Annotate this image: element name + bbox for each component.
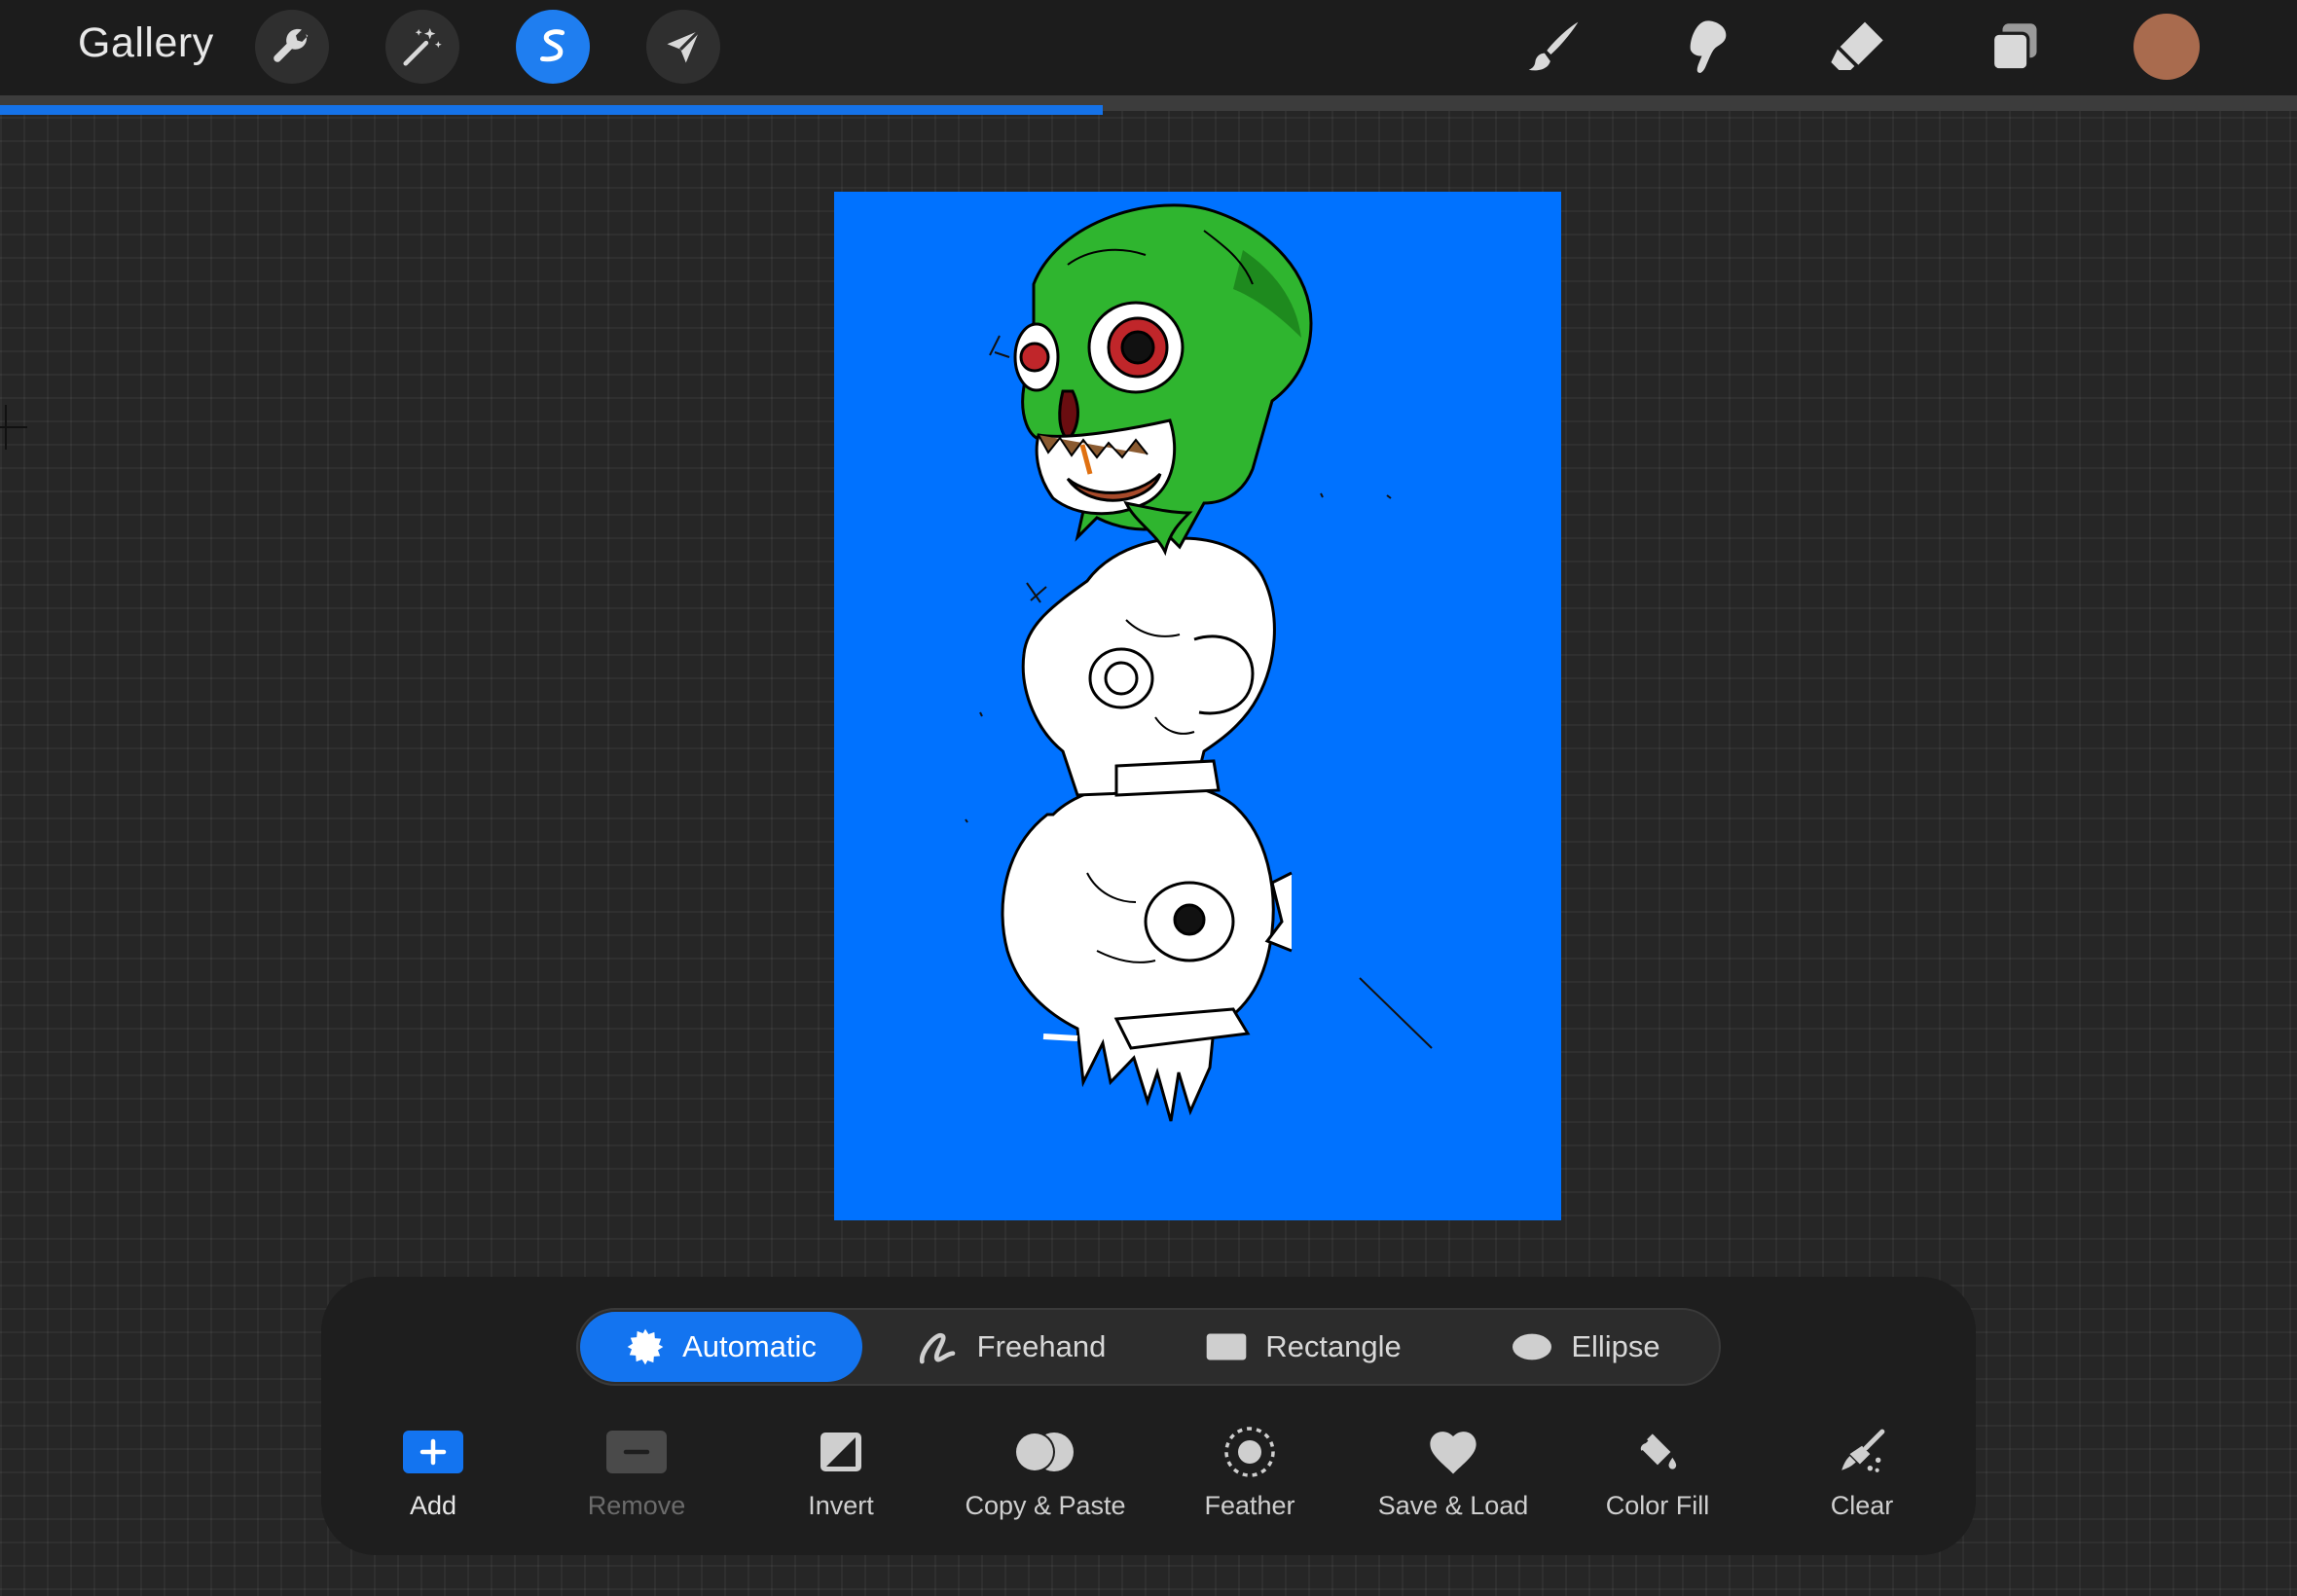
adjustments-wand-button[interactable] [385, 10, 459, 84]
selection-progress-bar [0, 105, 1103, 115]
save-load-label: Save & Load [1377, 1491, 1529, 1520]
rectangle-icon [1206, 1333, 1247, 1360]
add-plus-icon [403, 1431, 463, 1473]
mode-rectangle-label: Rectangle [1265, 1329, 1402, 1363]
mode-ellipse-label: Ellipse [1571, 1329, 1660, 1363]
mode-automatic-label: Automatic [682, 1329, 817, 1363]
brush-tool[interactable] [1518, 12, 1588, 82]
actions-wrench-button[interactable] [255, 10, 329, 84]
invert-button[interactable]: Invert [744, 1423, 938, 1521]
mode-ellipse[interactable]: Ellipse [1454, 1312, 1717, 1382]
mode-rectangle[interactable]: Rectangle [1162, 1312, 1444, 1382]
color-fill-icon [1640, 1433, 1677, 1469]
layers-button[interactable] [1980, 12, 2050, 82]
selection-panel: Automatic Freehand Rectangle Ellipse Add… [321, 1277, 1976, 1555]
crosshair-cursor-icon [0, 405, 27, 450]
copy-paste-label: Copy & Paste [965, 1491, 1126, 1520]
transform-button[interactable] [646, 10, 720, 84]
gallery-button[interactable]: Gallery [78, 19, 214, 67]
selection-button[interactable] [516, 10, 590, 84]
magic-wand-icon [403, 27, 442, 66]
smudge-icon [1690, 20, 1727, 73]
top-toolbar: Gallery [0, 0, 2297, 95]
stacked-skulls-illustration [965, 203, 1433, 1122]
selection-icon [539, 29, 565, 62]
invert-icon [820, 1433, 861, 1471]
middle-skull [1021, 536, 1276, 797]
move-arrow-icon [667, 29, 701, 63]
color-swatch-button[interactable] [2133, 14, 2200, 80]
mode-freehand[interactable]: Freehand [870, 1312, 1152, 1382]
drawing-canvas[interactable] [834, 192, 1561, 1220]
remove-button[interactable]: Remove [539, 1423, 734, 1521]
mode-automatic[interactable]: Automatic [580, 1312, 862, 1382]
wrench-icon [273, 28, 309, 62]
copy-paste-button[interactable]: Copy & Paste [948, 1423, 1143, 1521]
clear-button[interactable]: Clear [1765, 1423, 1959, 1521]
feather-button[interactable]: Feather [1152, 1423, 1347, 1521]
brush-icon [1528, 21, 1579, 71]
feather-icon [1224, 1427, 1275, 1477]
color-fill-button[interactable]: Color Fill [1560, 1423, 1755, 1521]
color-fill-label: Color Fill [1605, 1491, 1710, 1520]
remove-minus-icon [606, 1431, 667, 1473]
automatic-burst-icon [627, 1328, 664, 1365]
layers-icon [1990, 23, 2037, 72]
heart-icon [1430, 1432, 1477, 1474]
invert-label: Invert [808, 1491, 874, 1520]
remove-label: Remove [587, 1491, 686, 1520]
save-load-button[interactable]: Save & Load [1356, 1423, 1550, 1521]
add-label: Add [409, 1491, 457, 1520]
ellipse-icon [1513, 1333, 1552, 1360]
selection-mode-control: Automatic Freehand Rectangle Ellipse [576, 1308, 1721, 1386]
clear-brush-icon [1841, 1429, 1885, 1472]
clear-label: Clear [1830, 1491, 1894, 1520]
eraser-icon [1831, 21, 1883, 70]
green-zombie-skull [1013, 203, 1313, 557]
feather-label: Feather [1204, 1491, 1295, 1520]
add-button[interactable]: Add [336, 1423, 530, 1521]
freehand-loop-icon [919, 1333, 955, 1364]
bottom-skull [1001, 780, 1293, 1122]
copy-paste-icon [1014, 1432, 1074, 1472]
mode-freehand-label: Freehand [976, 1329, 1107, 1363]
smudge-tool[interactable] [1670, 12, 1740, 82]
eraser-tool[interactable] [1822, 12, 1892, 82]
